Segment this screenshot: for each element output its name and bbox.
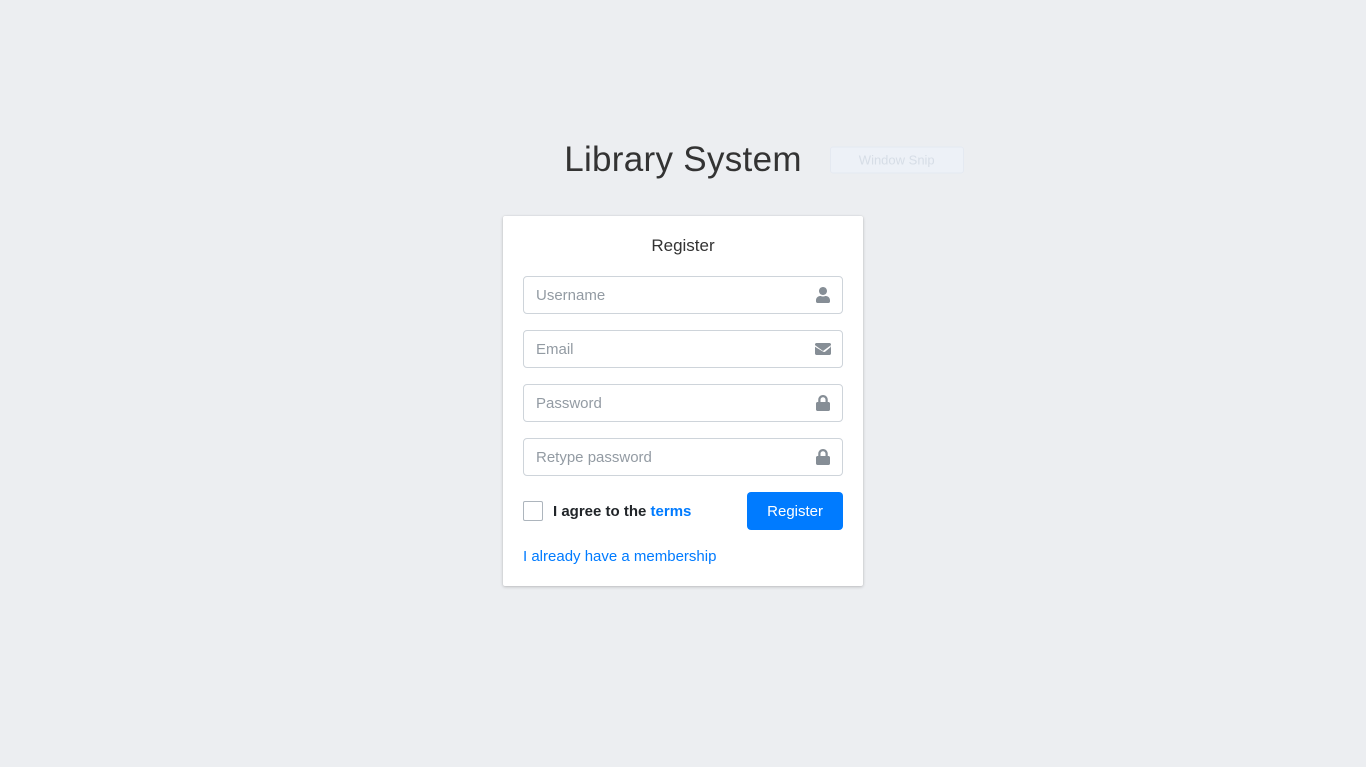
- agree-terms-label[interactable]: I agree to the terms: [523, 501, 691, 521]
- card-title: Register: [523, 236, 843, 256]
- terms-link[interactable]: terms: [651, 503, 692, 520]
- username-group: [523, 276, 843, 314]
- retype-password-input[interactable]: [523, 438, 843, 476]
- email-input[interactable]: [523, 330, 843, 368]
- page-title: Library System: [564, 140, 802, 180]
- email-group: [523, 330, 843, 368]
- agree-terms-checkbox[interactable]: [523, 501, 543, 521]
- password-input[interactable]: [523, 384, 843, 422]
- agree-terms-text: I agree to the terms: [553, 503, 691, 520]
- retype-password-group: [523, 438, 843, 476]
- agree-prefix: I agree to the: [553, 503, 651, 520]
- actions-row: I agree to the terms Register: [523, 492, 843, 530]
- register-card: Register: [503, 216, 863, 586]
- username-input[interactable]: [523, 276, 843, 314]
- window-snip-badge: Window Snip: [830, 147, 964, 174]
- already-member-link[interactable]: I already have a membership: [523, 548, 716, 565]
- password-group: [523, 384, 843, 422]
- register-button[interactable]: Register: [747, 492, 843, 530]
